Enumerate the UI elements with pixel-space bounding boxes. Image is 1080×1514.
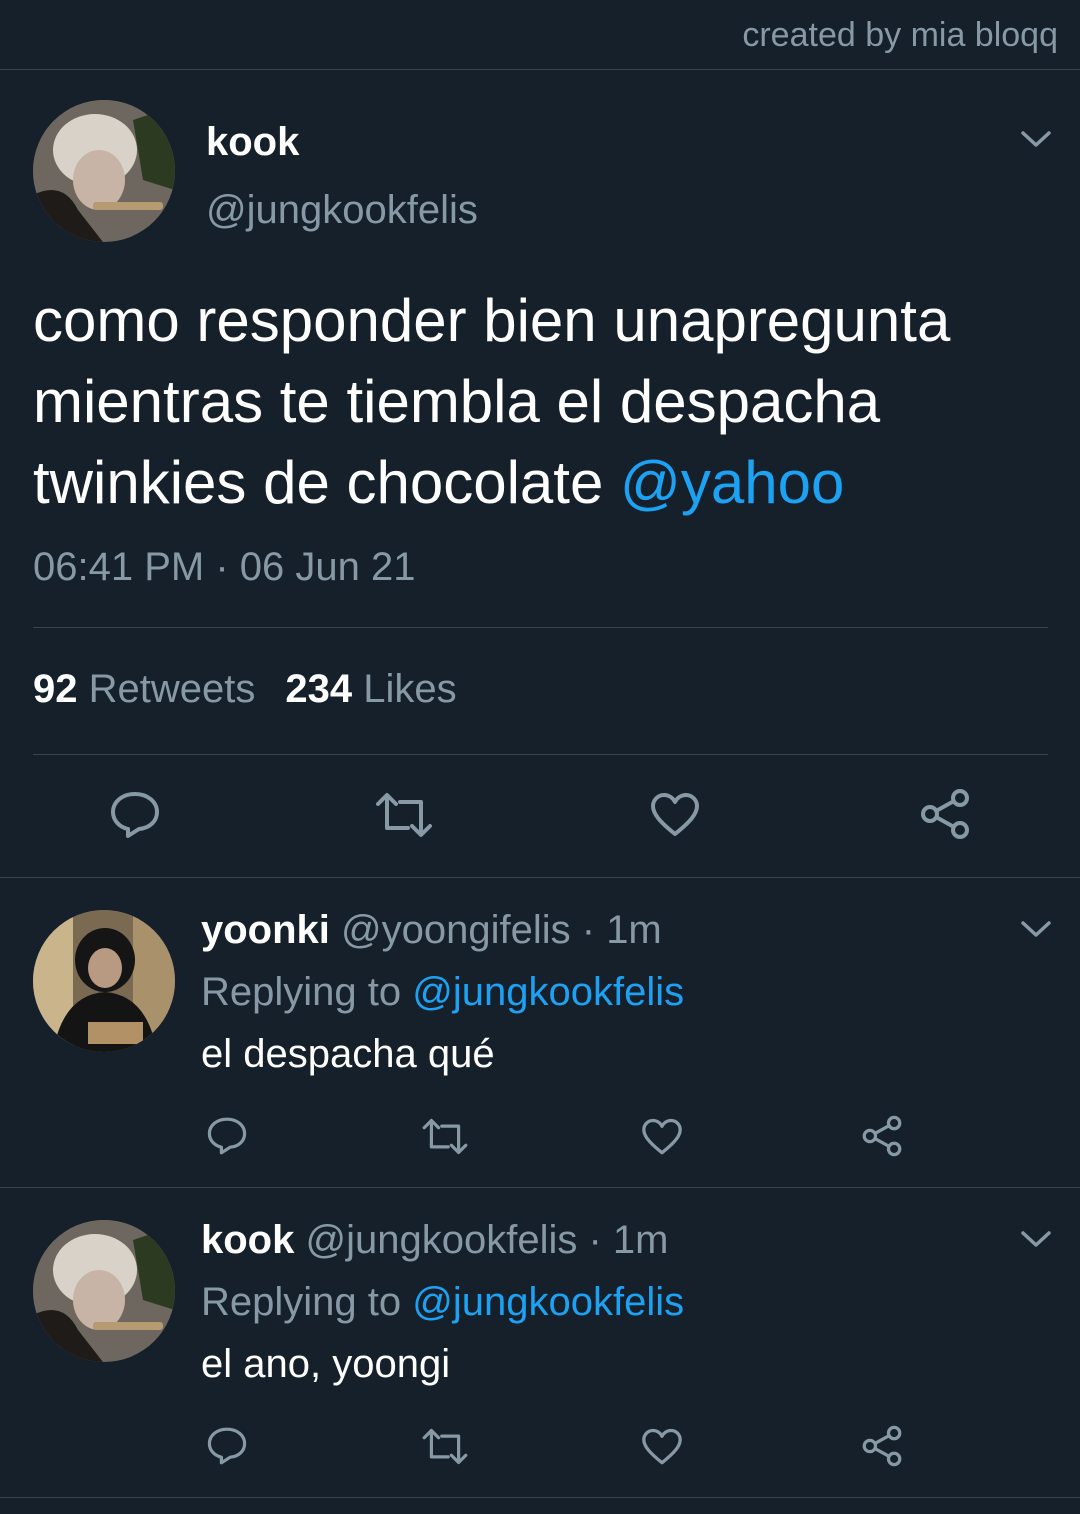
credit-text: created by mia bloqq: [742, 16, 1058, 54]
author-name[interactable]: kook: [206, 120, 299, 165]
reply-author-handle[interactable]: @yoongifelis: [341, 908, 571, 952]
tweet-timestamp[interactable]: 06:41 PM · 06 Jun 21: [33, 545, 415, 590]
reply-icon[interactable]: [206, 1116, 248, 1156]
main-tweet[interactable]: kook @jungkookfelis como responder bien …: [0, 70, 1080, 878]
like-icon[interactable]: [641, 1118, 683, 1156]
divider: [33, 754, 1048, 755]
avatar[interactable]: [33, 100, 175, 242]
author-handle[interactable]: @jungkookfelis: [206, 188, 478, 233]
retweet-icon[interactable]: [421, 1428, 469, 1465]
tweet-thread-screen: created by mia bloqq kook @jungkookfelis…: [0, 0, 1080, 1514]
replying-to-link[interactable]: @jungkookfelis: [412, 970, 684, 1014]
likes-stat[interactable]: 234 Likes: [285, 667, 456, 711]
tweet-mention-link[interactable]: @yahoo: [620, 449, 844, 516]
likes-count: 234: [285, 667, 353, 711]
reply-text: el ano, yoongi: [201, 1342, 451, 1386]
replying-prefix: Replying to: [201, 970, 413, 1014]
retweet-icon[interactable]: [421, 1118, 469, 1155]
avatar[interactable]: [33, 910, 175, 1052]
reply-tweet[interactable]: yoonki @yoongifelis · 1m Replying to @ju…: [0, 878, 1080, 1188]
retweet-icon[interactable]: [374, 792, 434, 838]
reply-author-handle[interactable]: @jungkookfelis: [305, 1218, 577, 1262]
share-icon[interactable]: [861, 1425, 903, 1467]
reply-text: el despacha qué: [201, 1032, 495, 1076]
retweets-label: Retweets: [88, 667, 256, 711]
reply-header: kook @jungkookfelis · 1m: [201, 1218, 668, 1263]
reply-author-name[interactable]: kook: [201, 1218, 294, 1262]
reply-icon[interactable]: [206, 1426, 248, 1466]
reply-time: · 1m: [570, 908, 662, 952]
reply-time: · 1m: [577, 1218, 669, 1262]
share-icon[interactable]: [919, 788, 971, 840]
chevron-down-icon[interactable]: [1019, 128, 1053, 150]
retweets-count: 92: [33, 667, 78, 711]
likes-label: Likes: [363, 667, 457, 711]
divider: [33, 627, 1048, 628]
like-icon[interactable]: [650, 792, 700, 838]
chevron-down-icon[interactable]: [1019, 918, 1053, 940]
chevron-down-icon[interactable]: [1019, 1228, 1053, 1250]
replying-to: Replying to @jungkookfelis: [201, 1280, 684, 1325]
avatar[interactable]: [33, 1220, 175, 1362]
share-icon[interactable]: [861, 1115, 903, 1157]
replying-prefix: Replying to: [201, 1280, 413, 1324]
reply-header: yoonki @yoongifelis · 1m: [201, 908, 662, 953]
credit-bar: created by mia bloqq: [0, 0, 1080, 70]
replying-to-link[interactable]: @jungkookfelis: [412, 1280, 684, 1324]
tweet-text: como responder bien unapregunta mientras…: [33, 280, 1043, 523]
reply-icon[interactable]: [109, 790, 161, 840]
retweets-stat[interactable]: 92 Retweets: [33, 667, 255, 711]
reply-author-name[interactable]: yoonki: [201, 908, 330, 952]
tweet-stats: 92 Retweets 234 Likes: [33, 667, 457, 712]
like-icon[interactable]: [641, 1428, 683, 1466]
reply-tweet[interactable]: kook @jungkookfelis · 1m Replying to @ju…: [0, 1188, 1080, 1498]
replying-to: Replying to @jungkookfelis: [201, 970, 684, 1015]
